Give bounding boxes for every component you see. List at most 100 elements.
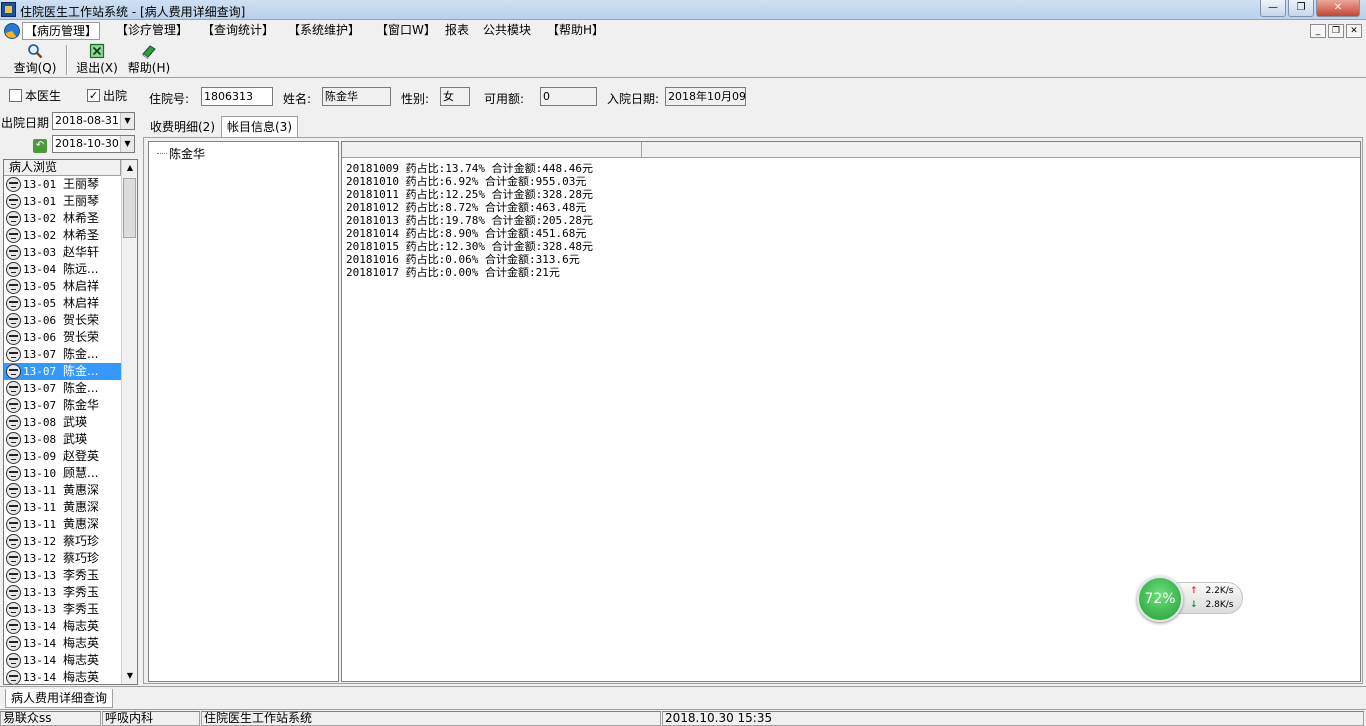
scroll-up-arrow-icon[interactable]: ▲: [122, 160, 137, 176]
patient-list-item[interactable]: 13-08 武瑛: [4, 431, 121, 448]
patient-name: 林希圣: [63, 228, 100, 242]
admission-no-field[interactable]: 1806313: [201, 87, 273, 106]
memory-usage-badge[interactable]: 72%: [1137, 576, 1183, 622]
mdi-minimize-button[interactable]: _: [1310, 24, 1326, 38]
upload-row: ↑ 2.2K/s: [1190, 586, 1233, 596]
mdi-restore-button[interactable]: ❐: [1328, 24, 1344, 38]
patient-list-item[interactable]: 13-14 梅志英: [4, 652, 121, 669]
patient-list-item[interactable]: 13-14 梅志英: [4, 635, 121, 652]
account-lines: 20181009 药占比:13.74% 合计金额:448.46元 20181010…: [346, 162, 593, 279]
patient-list-item[interactable]: 13-06 贺长荣: [4, 329, 121, 346]
patient-list-item[interactable]: 13-02 林希圣: [4, 210, 121, 227]
patient-list-scrollbar[interactable]: ▲ ▼: [121, 160, 137, 684]
patient-list-item[interactable]: 13-06 贺长荣: [4, 312, 121, 329]
patient-face-icon: [6, 364, 21, 379]
patient-list-item[interactable]: 13-12 蔡巧珍: [4, 550, 121, 567]
patient-bed-code: 13-11: [23, 501, 57, 514]
patient-list-item[interactable]: 13-04 陈远...: [4, 261, 121, 278]
menu-system-maintenance[interactable]: 【系统维护】: [286, 22, 362, 40]
scroll-thumb[interactable]: [123, 178, 136, 238]
menu-diagnosis[interactable]: 【诊疗管理】: [114, 22, 190, 40]
patient-name: 李秀玉: [63, 568, 100, 582]
patient-list-item[interactable]: 13-14 梅志英: [4, 618, 121, 635]
patient-list-item[interactable]: 13-09 赵登英: [4, 448, 121, 465]
patient-list-item[interactable]: 13-03 赵华轩: [4, 244, 121, 261]
query-button[interactable]: 查询(Q): [10, 42, 60, 76]
chevron-down-icon[interactable]: ▼: [120, 136, 134, 152]
patient-name: 王丽琴: [63, 177, 100, 191]
account-line: 20181015 药占比:12.30% 合计金额:328.48元: [346, 240, 593, 253]
patient-list-item[interactable]: 13-11 黄惠深: [4, 482, 121, 499]
patient-list-item[interactable]: 13-01 王丽琴: [4, 193, 121, 210]
patient-bed-code: 13-05: [23, 297, 57, 310]
patient-list-item[interactable]: 13-13 李秀玉: [4, 584, 121, 601]
patient-list-item[interactable]: 13-12 蔡巧珍: [4, 533, 121, 550]
patient-bed-code: 13-07: [23, 399, 57, 412]
menu-common-modules[interactable]: 公共模块: [481, 22, 533, 40]
menu-query-stats[interactable]: 【查询统计】: [200, 22, 276, 40]
patient-name: 贺长荣: [63, 313, 100, 327]
patient-list-item[interactable]: 13-13 李秀玉: [4, 601, 121, 618]
gender-label: 性别:: [401, 92, 430, 106]
tab-account-info[interactable]: 帐目信息(3): [221, 116, 298, 138]
patient-list-header[interactable]: 病人浏览: [4, 160, 121, 176]
patient-bed-code: 13-13: [23, 603, 57, 616]
mdi-close-button[interactable]: ✕: [1346, 24, 1362, 38]
patient-list-item[interactable]: 13-10 顾慧...: [4, 465, 121, 482]
patient-face-icon: [6, 602, 21, 617]
patient-list-item[interactable]: 13-05 林启祥: [4, 278, 121, 295]
tab-charge-details[interactable]: 收费明细(2): [145, 118, 220, 137]
window-tab-current[interactable]: 病人费用详细查询: [5, 689, 114, 708]
patient-list-item[interactable]: 13-08 武瑛: [4, 414, 121, 431]
patient-list-item[interactable]: 13-01 王丽琴: [4, 176, 121, 193]
close-button[interactable]: ✕: [1316, 0, 1360, 17]
patient-face-icon: [6, 432, 21, 447]
network-speed-widget[interactable]: ↑ 2.2K/s ↓ 2.8K/s 72%: [1137, 576, 1245, 622]
grid-column-header[interactable]: [342, 142, 642, 157]
patient-name: 赵登英: [63, 449, 100, 463]
my-doctor-checkbox-box[interactable]: [9, 89, 22, 102]
patient-face-icon: [6, 500, 21, 515]
menu-reports[interactable]: 报表: [443, 22, 471, 40]
discharged-checkbox-box[interactable]: ✓: [87, 89, 100, 102]
toolbar: 查询(Q) 退出(X) 帮助(H): [0, 42, 1366, 78]
patient-list-item[interactable]: 13-07 陈金...: [4, 346, 121, 363]
patient-list-item[interactable]: 13-13 李秀玉: [4, 567, 121, 584]
patient-bed-code: 13-07: [23, 382, 57, 395]
date-to-select[interactable]: 2018-10-30 ▼: [52, 135, 135, 153]
patient-list-item[interactable]: 13-07 陈金...: [4, 380, 121, 397]
patient-list-item[interactable]: 13-11 黄惠深: [4, 499, 121, 516]
patient-bed-code: 13-11: [23, 518, 57, 531]
patient-bed-code: 13-14: [23, 671, 57, 684]
menu-window[interactable]: 【窗口W】: [374, 22, 438, 40]
exit-button[interactable]: 退出(X): [72, 42, 122, 76]
return-arrow-icon[interactable]: ↶: [33, 139, 47, 153]
patient-face-icon: [6, 177, 21, 192]
patient-bed-code: 13-11: [23, 484, 57, 497]
date-from-select[interactable]: 2018-08-31 ▼: [52, 112, 135, 130]
maximize-button[interactable]: ❐: [1288, 0, 1314, 17]
patient-list-item[interactable]: 13-02 林希圣: [4, 227, 121, 244]
patient-list-item[interactable]: 13-05 林启祥: [4, 295, 121, 312]
help-button[interactable]: 帮助(H): [124, 42, 174, 76]
scroll-down-arrow-icon[interactable]: ▼: [122, 668, 137, 684]
discharged-checkbox[interactable]: ✓ 出院: [87, 87, 127, 104]
patient-list-item[interactable]: 13-11 黄惠深: [4, 516, 121, 533]
tree-node-patient[interactable]: 陈金华: [157, 145, 205, 162]
patient-face-icon: [6, 245, 21, 260]
menu-medical-records[interactable]: 【病历管理】: [22, 22, 101, 40]
my-doctor-label: 本医生: [25, 89, 62, 103]
available-label: 可用额:: [484, 92, 525, 106]
patient-list-item[interactable]: 13-14 梅志英: [4, 669, 121, 684]
my-doctor-checkbox[interactable]: 本医生: [9, 87, 61, 104]
account-line: 20181014 药占比:8.90% 合计金额:451.68元: [346, 227, 587, 240]
patient-name: 李秀玉: [63, 585, 100, 599]
download-row: ↓ 2.8K/s: [1190, 600, 1233, 610]
patient-list-item[interactable]: 13-07 陈金华: [4, 397, 121, 414]
menu-help[interactable]: 【帮助H】: [545, 22, 606, 40]
patient-name: 梅志英: [63, 653, 100, 667]
patient-list-item[interactable]: 13-07 陈金...: [4, 363, 121, 380]
chevron-down-icon[interactable]: ▼: [120, 113, 134, 129]
query-label: 查询(Q): [13, 61, 57, 75]
minimize-button[interactable]: —: [1260, 0, 1286, 17]
